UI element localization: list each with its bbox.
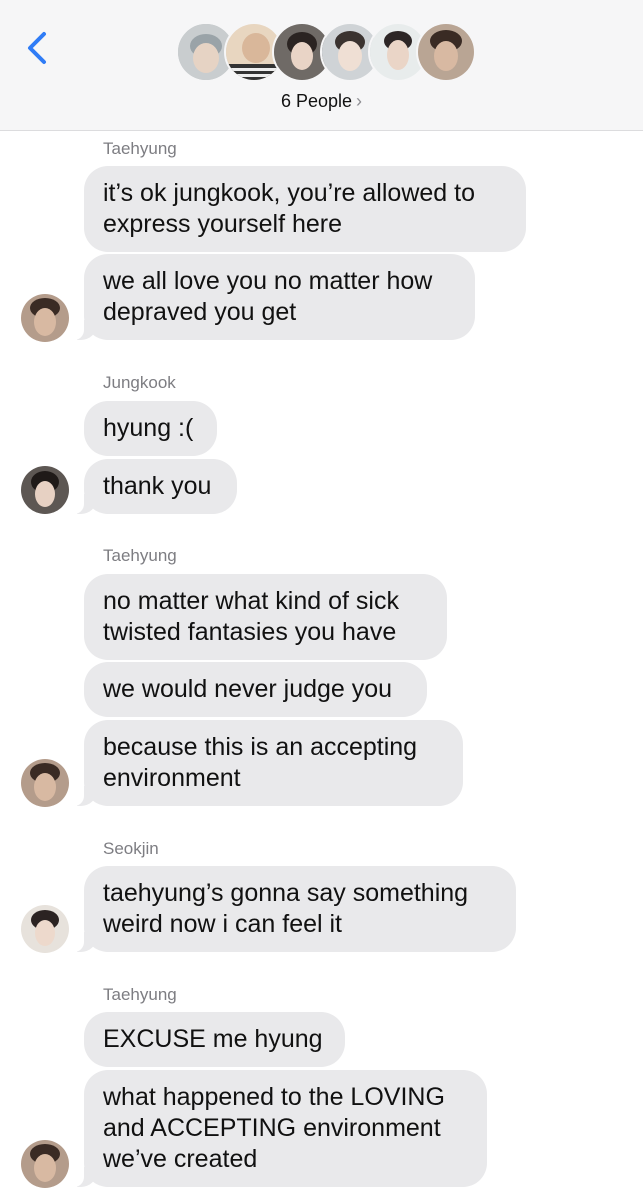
chevron-left-icon (28, 32, 46, 64)
group-chat-screen: 6 People › Taehyung it’s ok jungkook, you… (0, 0, 643, 1200)
back-button[interactable] (22, 28, 52, 68)
message-line: thank you (103, 472, 212, 500)
message-line: we all love you no matter how (103, 267, 433, 295)
message-line: we’ve created (103, 1145, 258, 1173)
message-line: depraved you get (103, 298, 297, 326)
sender-name: Seokjin (103, 839, 159, 858)
message-line: and ACCEPTING environment (103, 1114, 441, 1142)
message-line: it’s ok jungkook, you’re allowed to (103, 179, 475, 207)
message-bubble[interactable]: we would never judge you (84, 662, 427, 717)
sender-name: Taehyung (103, 546, 177, 565)
avatar (416, 22, 476, 82)
message-bubble[interactable]: hyung :( (84, 401, 217, 456)
message-bubble[interactable]: because this is an accepting environment (74, 720, 463, 806)
sender-avatar[interactable] (21, 1140, 69, 1188)
chevron-right-icon: › (356, 91, 363, 111)
message-bubble[interactable]: what happened to the LOVING and ACCEPTIN… (74, 1070, 487, 1187)
message-bubble[interactable]: EXCUSE me hyung (84, 1012, 345, 1067)
message-line: twisted fantasies you have (103, 618, 397, 646)
sender-name: Jungkook (103, 373, 176, 392)
message-line: express yourself here (103, 210, 343, 238)
message-bubble[interactable]: thank you (74, 459, 237, 514)
message-line: EXCUSE me hyung (103, 1025, 323, 1053)
message-line: we would never judge you (103, 675, 393, 703)
sender-avatar[interactable] (21, 466, 69, 514)
message-line: what happened to the LOVING (103, 1083, 445, 1111)
message-line: weird now i can feel it (103, 910, 343, 938)
people-count-label: 6 People (280, 91, 353, 111)
people-count-link[interactable]: 6 People › (0, 91, 643, 112)
participant-avatars[interactable] (176, 22, 476, 86)
message-bubble[interactable]: it’s ok jungkook, you’re allowed to expr… (84, 166, 526, 252)
message-bubble[interactable]: we all love you no matter how depraved y… (74, 254, 475, 340)
message-line: taehyung’s gonna say something (103, 879, 469, 907)
message-line: environment (103, 764, 241, 792)
sender-name: Taehyung (103, 139, 177, 158)
sender-avatar[interactable] (21, 759, 69, 807)
message-line: hyung :( (103, 414, 194, 442)
message-line: because this is an accepting (103, 733, 418, 761)
message-bubble[interactable]: no matter what kind of sick twisted fant… (84, 574, 447, 660)
sender-avatar[interactable] (21, 905, 69, 953)
conversation-header: 6 People › (0, 0, 643, 131)
message-line: no matter what kind of sick (103, 587, 399, 615)
sender-name: Taehyung (103, 985, 177, 1004)
sender-avatar[interactable] (21, 294, 69, 342)
message-bubble[interactable]: taehyung’s gonna say something weird now… (74, 866, 516, 952)
